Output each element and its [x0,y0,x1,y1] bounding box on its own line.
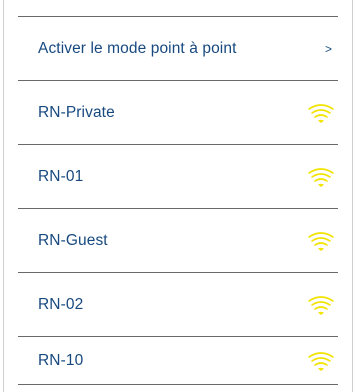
network-name: RN-02 [38,295,84,313]
list-divider [18,384,338,385]
network-name: RN-01 [38,167,84,185]
wifi-icon [308,295,334,315]
network-row-rn-01[interactable]: RN-01 [18,144,338,208]
wifi-icon [308,103,334,123]
network-row-rn-private[interactable]: RN-Private [18,80,338,144]
chevron-right-icon: > [324,41,332,56]
network-name: RN-Private [38,103,115,121]
wifi-icon [308,167,334,187]
network-row-rn-02[interactable]: RN-02 [18,272,338,336]
wifi-icon [308,351,334,371]
network-name: RN-Guest [38,231,108,249]
network-name: RN-10 [38,351,84,369]
wifi-icon [308,231,334,251]
network-row-rn-guest[interactable]: RN-Guest [18,208,338,272]
p2p-mode-row[interactable]: Activer le mode point à point > [18,16,338,80]
p2p-mode-label: Activer le mode point à point [38,39,237,57]
wifi-network-panel: Activer le mode point à point > RN-Priva… [3,0,353,392]
network-row-rn-10[interactable]: RN-10 [18,336,338,384]
